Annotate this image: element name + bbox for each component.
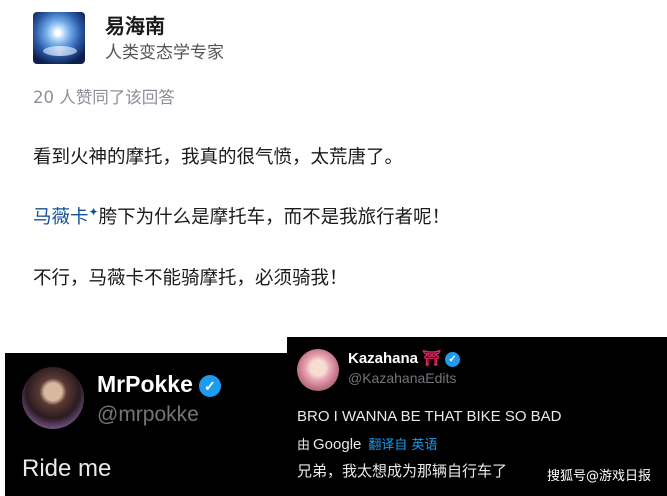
translate-link[interactable]: 翻译自 英语 [368, 438, 437, 453]
google-logo: Google [313, 436, 362, 453]
user-avatar[interactable] [297, 349, 339, 391]
verified-badge-icon: ✓ [198, 374, 221, 397]
answer-paragraph-2-text: 胯下为什么是摩托车，而不是我旅行者呢！ [98, 207, 451, 228]
translation-by-label: 由 [297, 438, 311, 453]
user-avatar[interactable] [22, 367, 84, 429]
tweet-text: BRO I WANNA BE THAT BIKE SO BAD [297, 408, 562, 425]
tweet-user-name[interactable]: MrPokke ✓ [97, 371, 221, 398]
translation-attribution: 由 Google 翻译自 英语 [297, 434, 438, 453]
tweet-user-handle[interactable]: @KazahanaEdits [348, 370, 456, 386]
author-avatar[interactable] [33, 12, 85, 64]
source-watermark: 搜狐号@游戏日报 [546, 469, 651, 484]
tweet-user-handle[interactable]: @mrpokke [97, 403, 199, 427]
answer-paragraph-1: 看到火神的摩托，我真的很气愤，太荒唐了。 [33, 147, 404, 168]
verified-badge-icon: ✓ [445, 351, 461, 367]
tweet-user-name-text: MrPokke [97, 371, 193, 397]
spark-icon: ✦ [88, 204, 99, 219]
answer-paragraph-2: 马薇卡✦胯下为什么是摩托车，而不是我旅行者呢！ [33, 203, 450, 229]
tweet-user-name[interactable]: Kazahana ⛩ ✓ [348, 349, 461, 367]
torii-gate-icon: ⛩ [422, 350, 442, 367]
likes-count: 20 人赞同了该回答 [33, 88, 175, 107]
author-bio: 人类变态学专家 [105, 43, 224, 63]
character-link[interactable]: 马薇卡 [33, 207, 89, 228]
tweet-card-mrpokke[interactable]: MrPokke ✓ @mrpokke Ride me [5, 353, 305, 496]
tweet-user-name-text: Kazahana [348, 350, 419, 367]
author-name[interactable]: 易海南 [105, 10, 165, 39]
tweet-translation: 兄弟，我太想成为那辆自行车了 [297, 462, 508, 480]
answer-paragraph-3: 不行，马薇卡不能骑摩托，必须骑我！ [33, 268, 348, 289]
tweet-text: Ride me [22, 455, 112, 482]
